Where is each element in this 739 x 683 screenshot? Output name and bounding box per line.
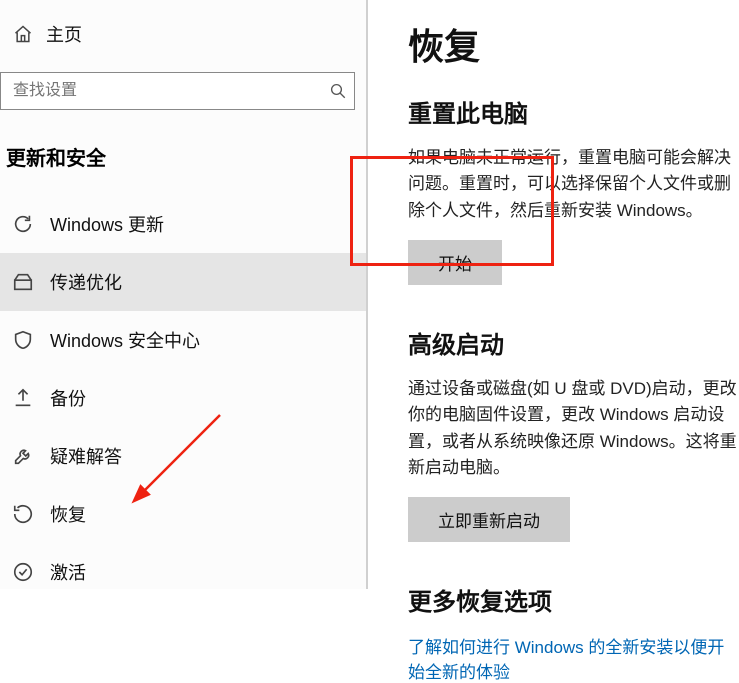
sidebar-item-activation[interactable]: 激活 [0, 543, 366, 601]
sidebar-item-label: 备份 [50, 385, 86, 411]
home-icon [10, 24, 36, 44]
sidebar-item-windows-update[interactable]: Windows 更新 [0, 195, 366, 253]
sidebar-item-troubleshoot[interactable]: 疑难解答 [0, 427, 366, 485]
reset-heading: 重置此电脑 [408, 94, 739, 129]
reset-body: 如果电脑未正常运行，重置电脑可能会解决问题。重置时，可以选择保留个人文件或删除个… [408, 145, 739, 224]
sidebar-item-windows-security[interactable]: Windows 安全中心 [0, 311, 366, 369]
sidebar-item-label: 恢复 [50, 501, 86, 527]
page-title: 恢复 [408, 18, 739, 70]
sidebar-item-recovery[interactable]: 恢复 [0, 485, 366, 543]
advanced-heading: 高级启动 [408, 325, 739, 360]
sidebar-item-label: 传递优化 [50, 269, 122, 295]
sidebar-nav: Windows 更新 传递优化 Windows 安全中心 [0, 195, 366, 601]
fresh-install-link[interactable]: 了解如何进行 Windows 的全新安装以便开始全新的体验 [408, 633, 739, 683]
search-wrap [0, 72, 355, 110]
restart-now-button[interactable]: 立即重新启动 [408, 497, 570, 542]
refresh-icon [10, 213, 36, 235]
main-content: 恢复 重置此电脑 如果电脑未正常运行，重置电脑可能会解决问题。重置时，可以选择保… [370, 0, 739, 589]
backup-icon [10, 387, 36, 409]
more-options-heading: 更多恢复选项 [408, 582, 739, 617]
sidebar-item-delivery-optimization[interactable]: 传递优化 [0, 253, 366, 311]
advanced-body: 通过设备或磁盘(如 U 盘或 DVD)启动，更改你的电脑固件设置，更改 Wind… [408, 376, 739, 481]
recovery-icon [10, 503, 36, 525]
home-nav[interactable]: 主页 [0, 12, 366, 56]
shield-icon [10, 329, 36, 351]
reset-start-button[interactable]: 开始 [408, 240, 502, 285]
check-circle-icon [10, 561, 36, 583]
sidebar-item-label: Windows 更新 [50, 211, 164, 237]
search-icon[interactable] [329, 72, 347, 110]
search-input[interactable] [0, 72, 355, 110]
sidebar-section-title: 更新和安全 [0, 142, 366, 183]
delivery-icon [10, 271, 36, 293]
sidebar-item-label: Windows 安全中心 [50, 327, 200, 353]
sidebar-item-label: 激活 [50, 559, 86, 585]
wrench-icon [10, 445, 36, 467]
sidebar-item-backup[interactable]: 备份 [0, 369, 366, 427]
sidebar-item-label: 疑难解答 [50, 443, 122, 469]
home-label: 主页 [46, 21, 82, 47]
settings-sidebar: 主页 更新和安全 Windows 更新 传递优化 [0, 0, 368, 589]
